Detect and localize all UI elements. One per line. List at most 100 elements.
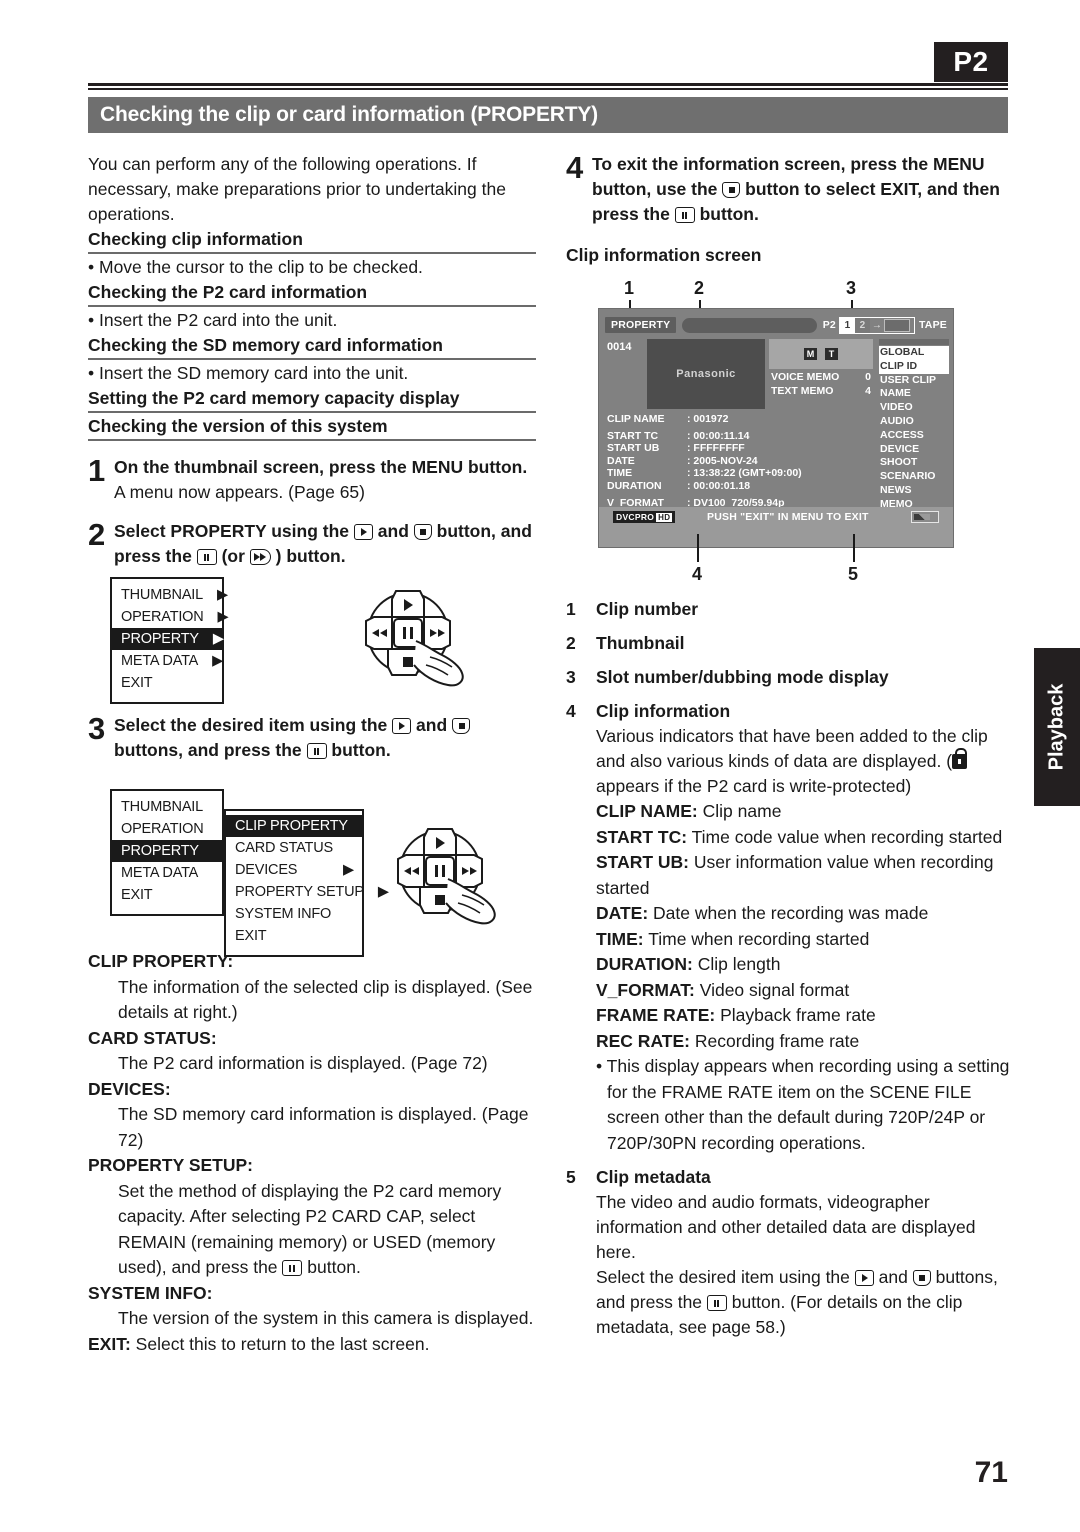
field-body: Playback frame rate xyxy=(720,1005,876,1025)
metadata-item-scenario[interactable]: SCENARIO xyxy=(879,470,949,484)
metadata-item-audio[interactable]: AUDIO xyxy=(879,415,949,429)
voice-memo-icon: M xyxy=(804,348,817,360)
subheading-p2-card-info: Checking the P2 card information xyxy=(88,280,536,307)
dpad-illustration-1 xyxy=(346,579,486,687)
info-value: : FFFFFFFF xyxy=(687,442,745,455)
definition-card-status: CARD STATUS: The P2 card information is … xyxy=(88,1026,536,1077)
definition-term: PROPERTY SETUP: xyxy=(88,1155,253,1175)
menu-item-thumbnail[interactable]: THUMBNAIL xyxy=(112,796,222,818)
menu-item-label: PROPERTY xyxy=(121,843,199,859)
legend-number: 4 xyxy=(566,701,576,721)
metadata-item-shoot[interactable]: SHOOT xyxy=(879,456,949,470)
voice-memo-row: VOICE MEMO 0 xyxy=(769,369,873,383)
menu-panel-property-submenu: CLIP PROPERTY CARD STATUS DEVICES ▶ PROP… xyxy=(224,809,389,957)
info-row: START UB: FFFFFFFF xyxy=(607,442,873,455)
left-column: You can perform any of the following ope… xyxy=(88,152,536,1357)
chevron-right-icon: ▶ xyxy=(217,587,228,603)
field-def-clip-name: CLIP NAME: Clip name xyxy=(596,799,1014,825)
step-3-number: 3 xyxy=(88,711,106,746)
metadata-item-video[interactable]: VIDEO xyxy=(879,401,949,415)
callout-4: 4 xyxy=(692,564,703,584)
play-button-icon xyxy=(353,524,373,540)
step-2-text-a: Select PROPERTY using the xyxy=(114,521,350,541)
menu-item-label: THUMBNAIL xyxy=(121,799,203,815)
play-button-icon xyxy=(392,718,412,734)
page-title: Checking the clip or card information (P… xyxy=(88,97,1008,133)
definition-term: CLIP PROPERTY: xyxy=(88,951,234,971)
field-term: FRAME RATE: xyxy=(596,1005,716,1025)
submenu-item-clip-property[interactable]: CLIP PROPERTY xyxy=(226,815,362,837)
menu-item-property[interactable]: PROPERTY xyxy=(112,840,222,862)
submenu-item-card-status[interactable]: CARD STATUS xyxy=(226,837,362,859)
voice-memo-label: VOICE MEMO xyxy=(771,371,840,383)
metadata-item-global-clip-id[interactable]: GLOBAL CLIP ID xyxy=(879,346,949,374)
step-3-text-d: button. xyxy=(331,740,391,760)
text-memo-label: TEXT MEMO xyxy=(771,385,834,397)
metadata-item-access[interactable]: ACCESS xyxy=(879,429,949,443)
menu-item-label: PROPERTY xyxy=(121,631,199,647)
battery-icon xyxy=(911,511,939,523)
menu-item-operation[interactable]: OPERATION ▶ xyxy=(112,606,229,628)
subheading-sd-card-info: Checking the SD memory card information xyxy=(88,333,536,360)
menu-panel-main: THUMBNAIL ▶ OPERATION ▶ PROPERTY ▶ META … xyxy=(110,577,229,704)
menu-item-meta-data[interactable]: META DATA ▶ xyxy=(112,650,223,672)
menu-item-meta-data[interactable]: META DATA xyxy=(112,862,222,884)
legend-title: Clip number xyxy=(596,599,699,619)
clip-information-screen: PROPERTY P2 1 2 → TAPE 0014 Panasonic M … xyxy=(598,308,954,548)
definition-clip-property: CLIP PROPERTY: The information of the se… xyxy=(88,949,536,1026)
menu-item-exit[interactable]: EXIT xyxy=(112,672,222,694)
menu-item-label: EXIT xyxy=(235,928,267,944)
menu-item-label: EXIT xyxy=(121,887,153,903)
step-2-text-b: and xyxy=(377,521,409,541)
step-3-text-b: and xyxy=(416,715,448,735)
format-badge: DVCPRO HD xyxy=(613,511,676,523)
definition-exit: EXIT: Select this to return to the last … xyxy=(88,1332,536,1358)
memo-icon-row: M T xyxy=(769,339,873,369)
step-1-subtext: A menu now appears. (Page 65) xyxy=(114,482,365,502)
metadata-item-news[interactable]: NEWS xyxy=(879,484,949,498)
metadata-item-user-clip-name[interactable]: USER CLIP NAME xyxy=(879,374,949,402)
step-2-text-e: ) button. xyxy=(275,546,346,566)
legend-body-a: Various indicators that have been added … xyxy=(596,726,988,771)
step-4: 4 To exit the information screen, press … xyxy=(566,152,1014,227)
info-row: DATE: 2005-NOV-24 xyxy=(607,455,873,468)
definition-property-setup: PROPERTY SETUP: Set the method of displa… xyxy=(88,1153,536,1281)
menu-item-operation[interactable]: OPERATION xyxy=(112,818,222,840)
definition-term: DEVICES: xyxy=(88,1078,171,1099)
legend-item-1: 1 Clip number xyxy=(566,597,1014,622)
definition-term: SYSTEM INFO: xyxy=(88,1282,213,1303)
menu-item-label: OPERATION xyxy=(121,821,204,837)
definition-body-b: button. xyxy=(307,1257,361,1277)
step-3: 3 Select the desired item using the and … xyxy=(88,713,536,763)
subheading-system-version: Checking the version of this system xyxy=(88,414,536,441)
submenu-item-devices[interactable]: DEVICES ▶ xyxy=(226,859,362,881)
callout-2: 2 xyxy=(694,278,705,298)
chevron-right-icon: ▶ xyxy=(377,884,389,900)
submenu-item-property-setup[interactable]: PROPERTY SETUP ▶ xyxy=(226,881,389,903)
chevron-right-icon: ▶ xyxy=(217,609,229,625)
slot-number-display: 1 2 → xyxy=(838,316,915,334)
field-term: DATE: xyxy=(596,903,649,923)
dubbing-target-icon xyxy=(883,318,910,332)
menu-item-label: DEVICES xyxy=(235,862,298,878)
definition-devices: DEVICES: The SD memory card information … xyxy=(88,1077,536,1154)
callouts-top: 1 2 3 xyxy=(566,278,1014,328)
submenu-item-system-info[interactable]: SYSTEM INFO xyxy=(226,903,362,925)
text-memo-row: TEXT MEMO 4 xyxy=(769,383,873,397)
menu-item-property[interactable]: PROPERTY ▶ xyxy=(112,628,224,650)
field-def-start-ub: START UB: User information value when re… xyxy=(596,850,1014,901)
legend-number: 3 xyxy=(566,667,576,687)
p2-badge: P2 xyxy=(934,42,1008,82)
right-column: 4 To exit the information screen, press … xyxy=(566,152,1014,1340)
format-badge-a: DVCPRO xyxy=(616,512,655,522)
definition-body: The P2 card information is displayed. (P… xyxy=(118,1053,488,1073)
definition-body: Set the method of displaying the P2 card… xyxy=(88,1179,536,1281)
menu-item-exit[interactable]: EXIT xyxy=(112,884,222,906)
info-value: : 13:38:22 (GMT+09:00) xyxy=(687,467,802,480)
submenu-item-exit[interactable]: EXIT xyxy=(226,925,362,947)
text-memo-icon: T xyxy=(825,348,838,360)
metadata-item-device[interactable]: DEVICE xyxy=(879,443,949,457)
legend-body2-a: Select the desired item using the xyxy=(596,1267,850,1287)
info-key: TIME xyxy=(607,467,633,480)
menu-item-thumbnail[interactable]: THUMBNAIL ▶ xyxy=(112,584,228,606)
